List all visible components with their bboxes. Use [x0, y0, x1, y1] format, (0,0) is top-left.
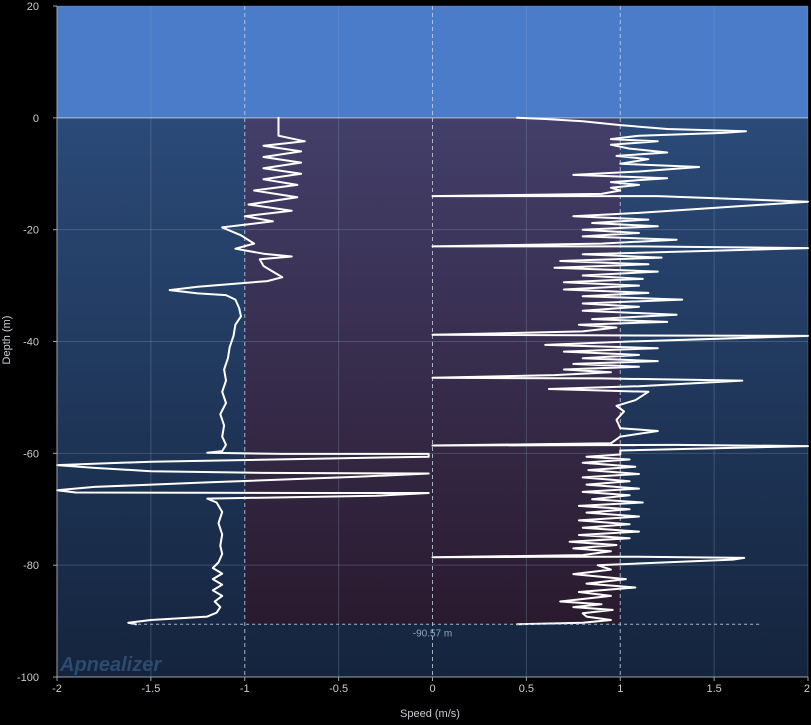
- y-tick-label: -20: [23, 225, 39, 237]
- x-tick-label: 2: [804, 683, 810, 695]
- x-tick-label: -1.5: [141, 683, 160, 695]
- y-axis-title: Depth (m): [1, 316, 13, 365]
- max-depth-label: -90.57 m: [413, 628, 452, 639]
- y-tick-label: -80: [23, 560, 39, 572]
- y-tick-label: 0: [33, 113, 39, 125]
- x-tick-label: 1.5: [706, 683, 721, 695]
- x-tick-label: 0: [429, 683, 435, 695]
- x-tick-label: -0.5: [329, 683, 348, 695]
- watermark-logo: Apnealizer: [59, 654, 162, 676]
- y-tick-label: -40: [23, 337, 39, 349]
- y-tick-label: -100: [17, 672, 39, 684]
- chart-svg: -90.57 m 200-20-40-60-80-100-2 -1.5 -1 -0.5…: [1, 1, 810, 720]
- x-tick-label: -2: [52, 683, 62, 695]
- y-tick-label: 20: [27, 1, 39, 13]
- x-axis-title: Speed (m/s): [400, 708, 460, 720]
- x-tick-label: -1: [240, 683, 250, 695]
- x-tick-label: 0.5: [519, 683, 534, 695]
- dive-speed-depth-chart: -90.57 m 20 0 -20 -40 -60 -80 -100 -2 -1.5 -1 -0.5…: [0, 0, 811, 720]
- y-tick-label: -60: [23, 448, 39, 460]
- x-tick-label: 1: [617, 683, 623, 695]
